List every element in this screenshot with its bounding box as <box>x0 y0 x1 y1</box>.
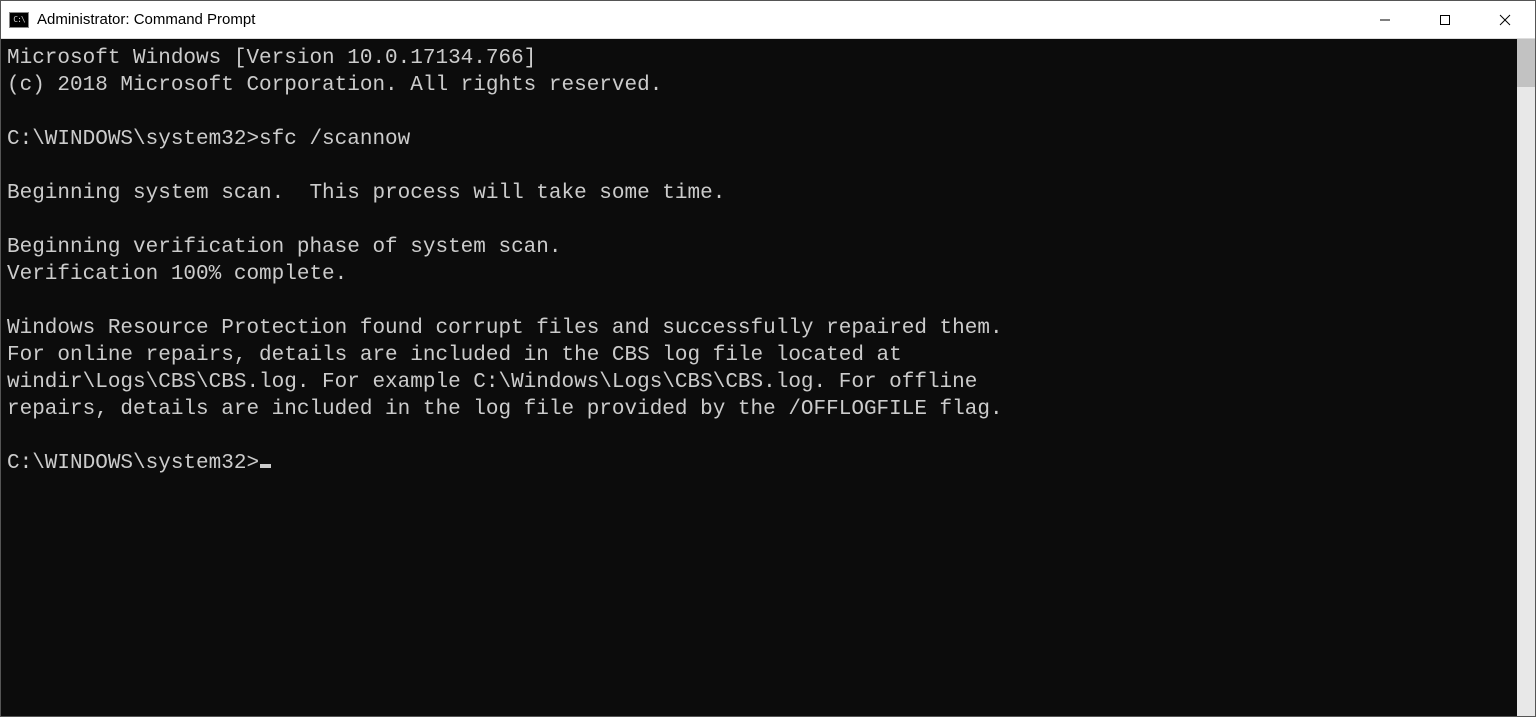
maximize-icon <box>1439 14 1451 26</box>
window-controls <box>1355 1 1535 38</box>
console-line: Beginning verification phase of system s… <box>7 234 1517 261</box>
console-line: Microsoft Windows [Version 10.0.17134.76… <box>7 45 1517 72</box>
console-line: (c) 2018 Microsoft Corporation. All righ… <box>7 72 1517 99</box>
minimize-icon <box>1379 14 1391 26</box>
console-line <box>7 423 1517 450</box>
console-line <box>7 99 1517 126</box>
console-line: Windows Resource Protection found corrup… <box>7 315 1517 342</box>
console-line <box>7 153 1517 180</box>
close-button[interactable] <box>1475 1 1535 38</box>
minimize-button[interactable] <box>1355 1 1415 38</box>
console-content[interactable]: Microsoft Windows [Version 10.0.17134.76… <box>1 39 1517 716</box>
close-icon <box>1499 14 1511 26</box>
command-prompt-window: C:\ Administrator: Command Prompt Micros… <box>0 0 1536 717</box>
titlebar[interactable]: C:\ Administrator: Command Prompt <box>1 1 1535 39</box>
console-line <box>7 207 1517 234</box>
console-prompt-line[interactable]: C:\WINDOWS\system32> <box>7 450 1517 477</box>
console-line: Beginning system scan. This process will… <box>7 180 1517 207</box>
console-prompt: C:\WINDOWS\system32> <box>7 450 259 477</box>
cursor <box>260 464 271 468</box>
console-area[interactable]: Microsoft Windows [Version 10.0.17134.76… <box>1 39 1535 716</box>
console-line: For online repairs, details are included… <box>7 342 1517 369</box>
console-line: C:\WINDOWS\system32>sfc /scannow <box>7 126 1517 153</box>
console-line: Verification 100% complete. <box>7 261 1517 288</box>
console-line <box>7 288 1517 315</box>
cmd-icon: C:\ <box>9 12 29 28</box>
maximize-button[interactable] <box>1415 1 1475 38</box>
console-line: repairs, details are included in the log… <box>7 396 1517 423</box>
scrollbar-track[interactable] <box>1517 39 1535 716</box>
window-title: Administrator: Command Prompt <box>37 11 255 28</box>
console-line: windir\Logs\CBS\CBS.log. For example C:\… <box>7 369 1517 396</box>
scrollbar-thumb[interactable] <box>1517 39 1535 87</box>
